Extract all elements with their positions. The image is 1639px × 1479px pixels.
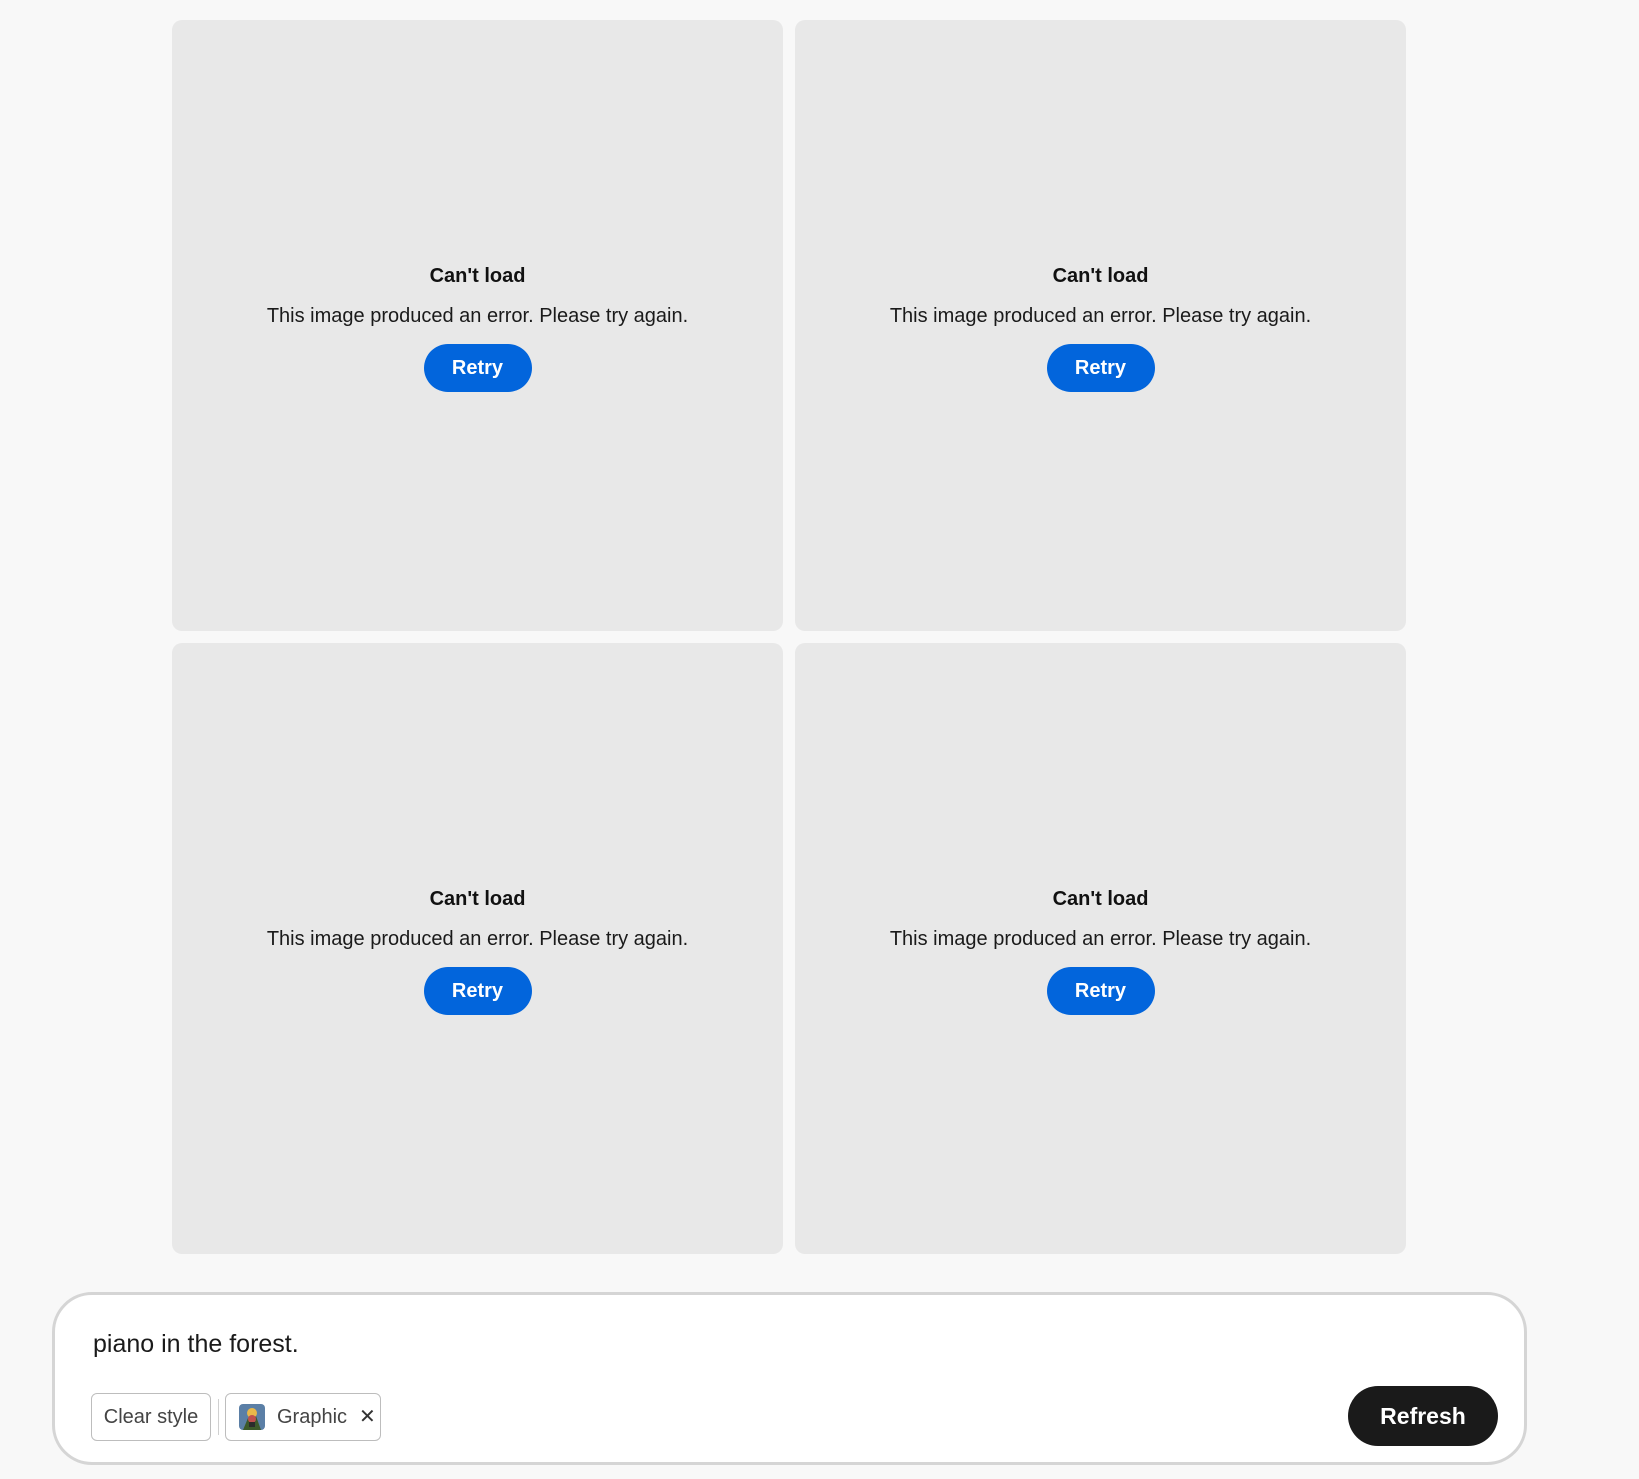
graphic-style-thumbnail-icon: [239, 1404, 265, 1430]
results-grid: Can't load This image produced an error.…: [172, 20, 1406, 1254]
error-state: Can't load This image produced an error.…: [172, 264, 783, 392]
close-icon[interactable]: ✕: [359, 1407, 376, 1427]
retry-button[interactable]: Retry: [1046, 344, 1155, 392]
style-chip-graphic[interactable]: Graphic ✕: [225, 1393, 381, 1441]
error-title: Can't load: [1052, 888, 1149, 910]
retry-button[interactable]: Retry: [423, 344, 532, 392]
error-message: This image produced an error. Please try…: [889, 305, 1312, 327]
error-state: Can't load This image produced an error.…: [795, 264, 1406, 392]
error-title: Can't load: [429, 265, 526, 287]
style-chip-label: Graphic: [277, 1405, 348, 1428]
retry-button[interactable]: Retry: [423, 967, 532, 1015]
refresh-button[interactable]: Refresh: [1348, 1386, 1498, 1446]
result-card: Can't load This image produced an error.…: [172, 643, 783, 1254]
prompt-input[interactable]: piano in the forest.: [93, 1329, 299, 1359]
error-title: Can't load: [1052, 265, 1149, 287]
chip-divider: [218, 1399, 219, 1435]
prompt-panel: piano in the forest. Clear style Graphic…: [52, 1292, 1527, 1465]
retry-button[interactable]: Retry: [1046, 967, 1155, 1015]
result-card: Can't load This image produced an error.…: [795, 643, 1406, 1254]
error-state: Can't load This image produced an error.…: [172, 887, 783, 1015]
result-card: Can't load This image produced an error.…: [795, 20, 1406, 631]
error-state: Can't load This image produced an error.…: [795, 887, 1406, 1015]
error-message: This image produced an error. Please try…: [889, 928, 1312, 950]
error-message: This image produced an error. Please try…: [266, 928, 689, 950]
error-title: Can't load: [429, 888, 526, 910]
clear-style-button[interactable]: Clear style: [91, 1393, 211, 1441]
result-card: Can't load This image produced an error.…: [172, 20, 783, 631]
error-message: This image produced an error. Please try…: [266, 305, 689, 327]
